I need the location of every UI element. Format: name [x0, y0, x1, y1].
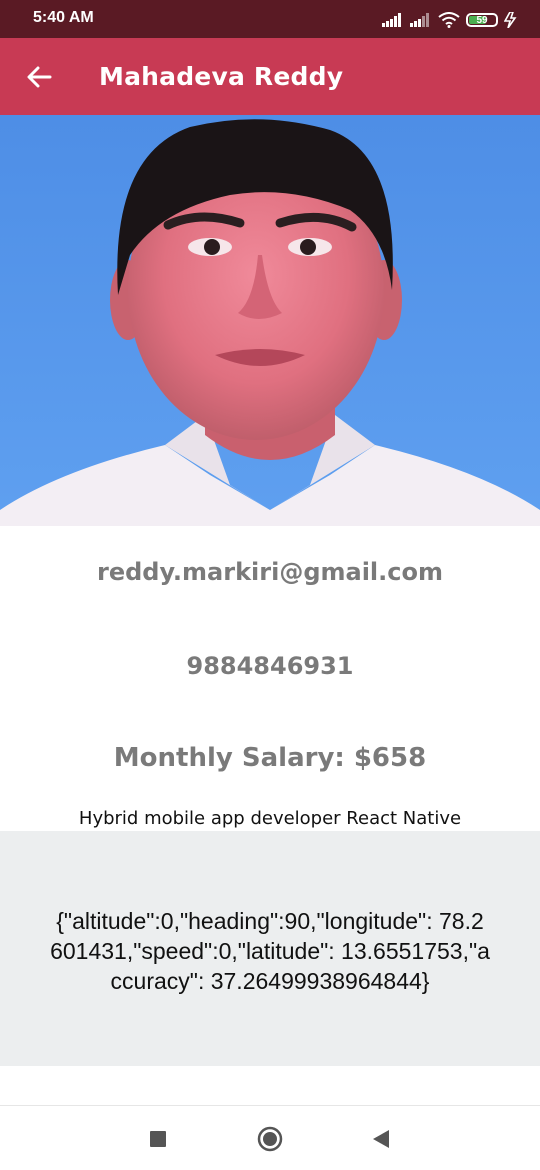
status-bar: 5:40 AM 59 — [0, 0, 540, 38]
app-bar: Mahadeva Reddy — [0, 38, 540, 115]
circle-icon — [257, 1126, 283, 1152]
nav-home-button[interactable] — [255, 1124, 285, 1154]
square-icon — [150, 1131, 166, 1147]
back-button[interactable] — [18, 56, 60, 98]
battery-level: 59 — [476, 14, 488, 26]
phone-text: 9884846931 — [186, 652, 354, 680]
charging-icon — [504, 12, 517, 28]
arrow-left-icon — [27, 66, 52, 88]
salary-text: Monthly Salary: $658 — [113, 743, 427, 773]
bio-text: Hybrid mobile app developer React Native — [78, 808, 462, 829]
location-panel: {"altitude":0,"heading":90,"longitude": … — [0, 831, 540, 1066]
location-json-text: {"altitude":0,"heading":90,"longitude": … — [50, 908, 490, 994]
nav-back-button[interactable] — [366, 1124, 396, 1154]
email-text: reddy.markiri@gmail.com — [97, 558, 443, 586]
nav-recents-button[interactable] — [143, 1124, 173, 1154]
profile-photo — [0, 115, 540, 526]
wifi-icon — [438, 12, 460, 28]
signal-bars-icon — [410, 13, 429, 27]
status-icons: 59 — [382, 10, 518, 30]
signal-bars-icon — [382, 13, 401, 27]
status-time: 5:40 AM — [33, 9, 94, 26]
profile-screen: 5:40 AM 59 Mahadeva Reddy reddy.markiri@… — [0, 0, 540, 1170]
battery-icon: 59 — [466, 13, 498, 27]
page-title: Mahadeva Reddy — [99, 62, 344, 91]
triangle-left-icon — [373, 1130, 389, 1148]
system-nav-bar — [0, 1106, 540, 1170]
